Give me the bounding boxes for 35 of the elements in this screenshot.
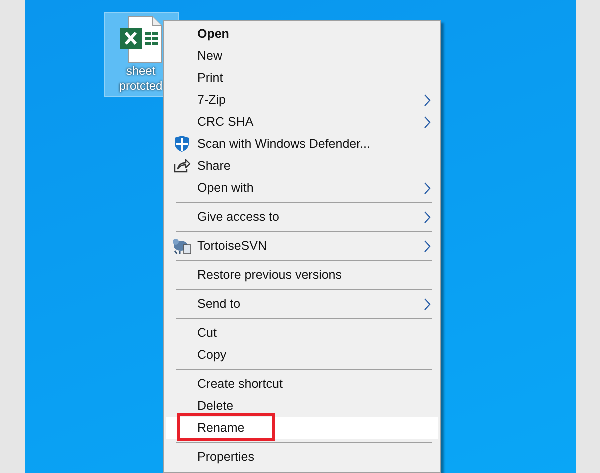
menu-item-label: Send to (198, 296, 241, 313)
menu-item-label: Copy (198, 346, 227, 364)
menu-item-label: CRC SHA (198, 114, 254, 131)
share-icon (172, 158, 190, 174)
menu-item-label: Create shortcut (198, 376, 283, 393)
menu-item[interactable]: Scan with Windows Defender... (166, 133, 438, 155)
menu-item-label: Restore previous versions (198, 266, 342, 284)
menu-item[interactable]: TortoiseSVN (166, 235, 438, 257)
menu-item[interactable]: Restore previous versions (166, 264, 438, 286)
menu-item-label: Give access to (198, 208, 280, 226)
shield-icon (172, 135, 190, 153)
menu-item-label: Share (198, 158, 231, 175)
menu-item-label: Open (198, 26, 230, 43)
turtle-icon (172, 237, 192, 255)
menu-item[interactable]: CRC SHA (166, 111, 438, 133)
menu-item-label: Rename (198, 420, 245, 437)
menu-item[interactable]: Create shortcut (166, 373, 438, 395)
menu-item-label: TortoiseSVN (198, 238, 267, 255)
menu-item-label: Delete (198, 398, 234, 415)
menu-item-label: Cut (198, 324, 217, 342)
menu-item[interactable]: Send to (166, 293, 438, 315)
menu-item-label: Print (198, 70, 224, 87)
menu-item-label: Scan with Windows Defender... (198, 136, 370, 153)
menu-item[interactable]: Open with (166, 177, 438, 199)
menu-item[interactable]: Delete (166, 395, 438, 417)
menu-item-label: Properties (198, 448, 254, 466)
menu-item-label: 7-Zip (198, 92, 226, 109)
menu-item-label: New (198, 48, 223, 65)
menu-item[interactable]: Copy (166, 344, 438, 366)
menu-item[interactable]: Cut (166, 322, 438, 344)
file-name: sheet protcted (118, 64, 164, 94)
menu-item[interactable]: Give access to (166, 206, 438, 228)
menu-item-label: Open with (198, 180, 254, 197)
menu-item[interactable]: Properties (166, 446, 438, 468)
menu-item[interactable]: Share (166, 155, 438, 177)
